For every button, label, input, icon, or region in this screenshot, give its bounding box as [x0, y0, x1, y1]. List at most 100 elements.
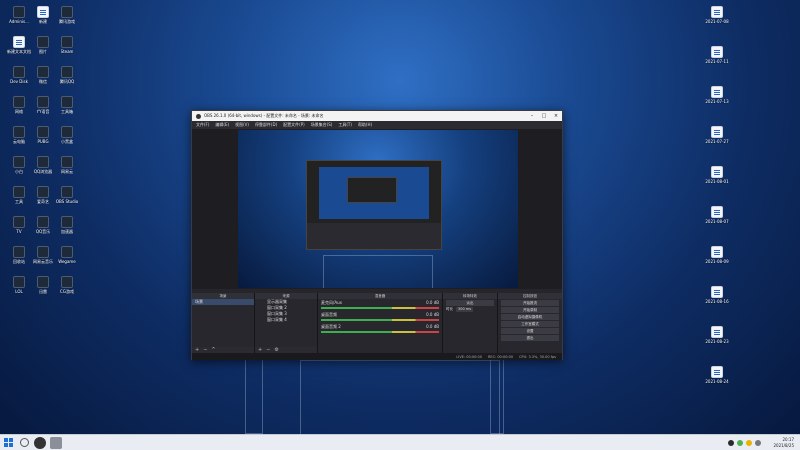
desktop-icon-label: YY语音 [36, 109, 50, 114]
mixer-channel-level: 0.0 dB [426, 324, 439, 329]
document-icon [711, 6, 723, 18]
app-icon [13, 96, 25, 108]
desktop-icon[interactable]: 2021-08-01 [700, 166, 734, 184]
app-icon [61, 96, 73, 108]
live-status: LIVE: 00:00:00 [456, 354, 482, 359]
menu-help[interactable]: 帮助(H) [358, 122, 372, 128]
transition-select[interactable]: 淡出 [446, 300, 494, 306]
document-icon [711, 286, 723, 298]
maximize-icon[interactable]: □ [538, 113, 550, 119]
desktop-icon-label: 腾讯游戏 [59, 19, 75, 24]
tray-icon[interactable] [737, 440, 743, 446]
search-icon[interactable] [20, 438, 29, 447]
clock-date: 2021/8/25 [773, 443, 794, 448]
app-icon [37, 36, 49, 48]
desktop-icon[interactable]: OBS Studio [50, 186, 84, 204]
app-icon [37, 276, 49, 288]
desktop-icon[interactable]: 2021-07-11 [700, 46, 734, 64]
virtual-camera-button[interactable]: 启动虚拟摄像机 [501, 314, 559, 320]
desktop-icon-label: 小白 [15, 169, 23, 174]
close-icon[interactable]: × [550, 113, 562, 119]
app-icon [13, 126, 25, 138]
transitions-dock: 转场特效 淡出 时长 300 ms [443, 293, 497, 353]
audio-meter[interactable] [321, 319, 439, 321]
app-icon [13, 276, 25, 288]
audio-meter[interactable] [321, 307, 439, 309]
mixer-channel: 麦克风/Aux 0.0 dB [318, 299, 442, 311]
desktop-icon-label: 腾讯QQ [59, 79, 75, 84]
menu-docks[interactable]: 停靠部件(D) [255, 122, 277, 128]
obs-taskbar-icon[interactable] [34, 437, 46, 449]
document-icon [711, 326, 723, 338]
tray-icon[interactable] [746, 440, 752, 446]
app-icon [13, 186, 25, 198]
start-streaming-button[interactable]: 开始推流 [501, 300, 559, 306]
desktop-icon[interactable]: 腾讯游戏 [50, 6, 84, 24]
desktop-icon-label: 2021-07-11 [705, 59, 729, 64]
studio-mode-button[interactable]: 工作室模式 [501, 321, 559, 327]
minimize-icon[interactable]: – [526, 113, 538, 119]
mixer-channel: 桌面音频 2 0.0 dB [318, 323, 442, 335]
desktop-icon[interactable]: 工具箱 [50, 96, 84, 114]
desktop-icon[interactable]: 2021-08-16 [700, 286, 734, 304]
transitions-header: 转场特效 [443, 293, 497, 299]
desktop-icon[interactable]: CG游戏 [50, 276, 84, 294]
menu-file[interactable]: 文件(F) [196, 122, 209, 128]
wallpaper-frame [300, 360, 500, 434]
desktop-icon-label: CG游戏 [60, 289, 74, 294]
app-icon [61, 276, 73, 288]
menu-scene-collection[interactable]: 场景集合(S) [311, 122, 333, 128]
desktop-icon-label: 微信 [39, 79, 47, 84]
document-icon [711, 46, 723, 58]
desktop-icon[interactable]: 2021-07-08 [700, 6, 734, 24]
source-item[interactable]: 窗口采集 4 [255, 317, 317, 323]
desktop-icon[interactable]: 网易云 [50, 156, 84, 174]
obs-title-text: OBS 26.1.0 (64-bit, windows) - 配置文件: 未命名… [204, 113, 324, 118]
tray-icon[interactable] [755, 440, 761, 446]
menu-view[interactable]: 视图(V) [235, 122, 249, 128]
app-icon [61, 66, 73, 78]
exit-button[interactable]: 退出 [501, 335, 559, 341]
desktop-icon[interactable]: 2021-08-23 [700, 326, 734, 344]
desktop-icon[interactable]: Steam [50, 36, 84, 54]
desktop-icon[interactable]: 2021-08-09 [700, 246, 734, 264]
desktop-icon[interactable]: Wegame [50, 246, 84, 264]
preview-frame [323, 255, 433, 288]
desktop-icon-label: 网络 [15, 109, 23, 114]
start-recording-button[interactable]: 开始录制 [501, 307, 559, 313]
desktop-icon[interactable]: 2021-07-27 [700, 126, 734, 144]
desktop-icon[interactable]: 2021-08-07 [700, 206, 734, 224]
desktop-icon-label: 网易云 [61, 169, 73, 174]
desktop-icon-label: 云电脑 [13, 139, 25, 144]
app-icon [13, 156, 25, 168]
taskbar-app-icon[interactable] [50, 437, 62, 449]
menu-tools[interactable]: 工具(T) [338, 122, 352, 128]
obs-menu-bar: 文件(F) 编辑(E) 视图(V) 停靠部件(D) 配置文件(P) 场景集合(S… [192, 121, 562, 129]
app-icon [37, 246, 49, 258]
settings-button[interactable]: 设置 [501, 328, 559, 334]
desktop-icon[interactable]: 2021-08-24 [700, 366, 734, 384]
obs-title-bar[interactable]: OBS 26.1.0 (64-bit, windows) - 配置文件: 未命名… [192, 111, 562, 121]
app-icon [37, 216, 49, 228]
desktop-icon-label: Steam [60, 49, 74, 54]
desktop-icon[interactable]: 腾讯QQ [50, 66, 84, 84]
obs-preview-canvas[interactable] [238, 130, 518, 288]
desktop-icon[interactable]: 加速器 [50, 216, 84, 234]
cpu-status: CPU: 3.3%, 30.00 fps [519, 354, 556, 359]
audio-meter[interactable] [321, 331, 439, 333]
start-button[interactable] [4, 438, 14, 448]
desktop-icon[interactable]: 小黑盒 [50, 126, 84, 144]
controls-header: 控制按钮 [498, 293, 562, 299]
transition-duration-input[interactable]: 300 ms [456, 307, 474, 312]
menu-edit[interactable]: 编辑(E) [215, 122, 229, 128]
desktop-icon[interactable]: 2021-07-13 [700, 86, 734, 104]
app-icon [13, 66, 25, 78]
obs-window[interactable]: OBS 26.1.0 (64-bit, windows) - 配置文件: 未命名… [191, 110, 563, 360]
tray-icon[interactable] [728, 440, 734, 446]
obs-logo-icon [196, 113, 201, 119]
clock[interactable]: 20:17 2021/8/25 [773, 437, 794, 449]
menu-profile[interactable]: 配置文件(P) [283, 122, 305, 128]
desktop-icon-label: 迅雷 [39, 289, 47, 294]
desktop-icon-label: 新建 [39, 19, 47, 24]
scene-item[interactable]: 场景 [192, 299, 254, 305]
